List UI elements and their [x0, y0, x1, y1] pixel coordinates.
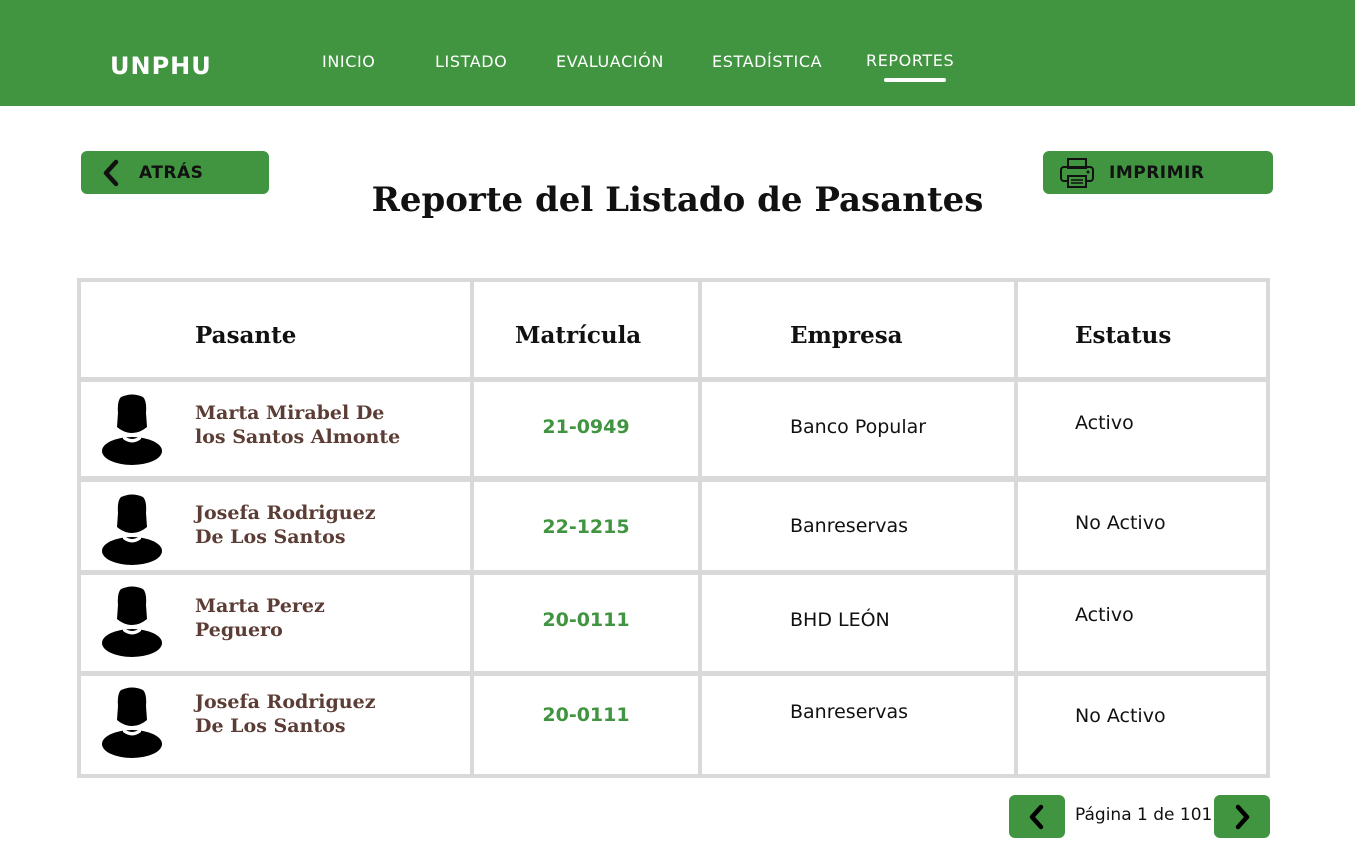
intern-name: Marta Mirabel De los Santos Almonte [195, 401, 435, 449]
table-cell-empresa: Banco Popular [702, 382, 1014, 476]
intern-name-line1: Marta Perez [195, 595, 325, 617]
interns-table: Pasante Matrícula Empresa Estatus Marta … [77, 278, 1270, 778]
table-cell-empresa: BHD LEÓN [702, 575, 1014, 671]
intern-name-line1: Marta Mirabel De [195, 402, 385, 424]
prev-page-button[interactable] [1009, 795, 1065, 838]
estatus-value: No Activo [1075, 512, 1166, 534]
table-cell-matricula: 20-0111 [474, 676, 698, 774]
empresa-value: BHD LEÓN [790, 609, 890, 631]
header-cell-empresa: Empresa [702, 282, 1014, 377]
user-avatar-icon [102, 494, 162, 565]
nav-active-indicator [884, 78, 946, 82]
empresa-value: Banreservas [790, 515, 908, 537]
intern-name-line2: los Santos Almonte [195, 426, 401, 448]
intern-name-line2: Peguero [195, 619, 283, 641]
page-title: Reporte del Listado de Pasantes [371, 180, 984, 220]
nav-estadistica[interactable]: ESTADÍSTICA [712, 52, 822, 71]
table-row[interactable]: Josefa Rodriguez De Los Santos [81, 482, 470, 570]
table-cell-estatus: Activo [1018, 575, 1266, 671]
user-avatar-icon [102, 687, 162, 758]
nav-inicio[interactable]: INICIO [322, 52, 376, 71]
user-avatar-icon [102, 394, 162, 465]
header-cell-estatus: Estatus [1018, 282, 1266, 377]
column-header-empresa: Empresa [790, 322, 903, 349]
intern-name: Josefa Rodriguez De Los Santos [195, 501, 435, 549]
table-row[interactable]: Marta Perez Peguero [81, 575, 470, 671]
intern-name: Marta Perez Peguero [195, 594, 435, 642]
chevron-left-icon [1029, 804, 1044, 829]
empresa-value: Banreservas [790, 701, 908, 723]
table-cell-empresa: Banreservas [702, 482, 1014, 570]
table-cell-matricula: 22-1215 [474, 482, 698, 570]
column-header-matricula: Matrícula [515, 322, 642, 349]
matricula-value: 21-0949 [542, 416, 630, 438]
empresa-value: Banco Popular [790, 416, 927, 438]
table-cell-estatus: Activo [1018, 382, 1266, 476]
nav-listado[interactable]: LISTADO [435, 52, 507, 71]
brand-logo[interactable]: UNPHU [110, 52, 212, 80]
table-cell-matricula: 20-0111 [474, 575, 698, 671]
user-avatar-icon [102, 586, 162, 657]
table-cell-estatus: No Activo [1018, 482, 1266, 570]
column-header-pasante: Pasante [195, 322, 297, 349]
estatus-value: No Activo [1075, 705, 1166, 727]
intern-name: Josefa Rodriguez De Los Santos [195, 690, 435, 738]
table-cell-estatus: No Activo [1018, 676, 1266, 774]
table-cell-matricula: 21-0949 [474, 382, 698, 476]
matricula-value: 20-0111 [542, 609, 630, 631]
intern-name-line2: De Los Santos [195, 715, 346, 737]
pagination-info: Página 1 de 101 [1075, 805, 1213, 825]
intern-name-line1: Josefa Rodriguez [195, 502, 376, 524]
matricula-value: 20-0111 [542, 704, 630, 726]
table-cell-empresa: Banreservas [702, 676, 1014, 774]
top-navbar: UNPHU INICIO LISTADO EVALUACIÓN ESTADÍST… [0, 0, 1355, 106]
matricula-value: 22-1215 [542, 516, 630, 538]
estatus-value: Activo [1075, 412, 1134, 434]
header-cell-pasante: Pasante [81, 282, 470, 377]
header-cell-matricula: Matrícula [474, 282, 698, 377]
chevron-right-icon [1235, 804, 1250, 829]
nav-reportes[interactable]: REPORTES [866, 51, 954, 70]
intern-name-line2: De Los Santos [195, 526, 346, 548]
intern-name-line1: Josefa Rodriguez [195, 691, 376, 713]
column-header-estatus: Estatus [1075, 322, 1172, 349]
table-row[interactable]: Josefa Rodriguez De Los Santos [81, 676, 470, 774]
nav-evaluacion[interactable]: EVALUACIÓN [556, 52, 664, 71]
next-page-button[interactable] [1214, 795, 1270, 838]
table-row[interactable]: Marta Mirabel De los Santos Almonte [81, 382, 470, 476]
estatus-value: Activo [1075, 604, 1134, 626]
